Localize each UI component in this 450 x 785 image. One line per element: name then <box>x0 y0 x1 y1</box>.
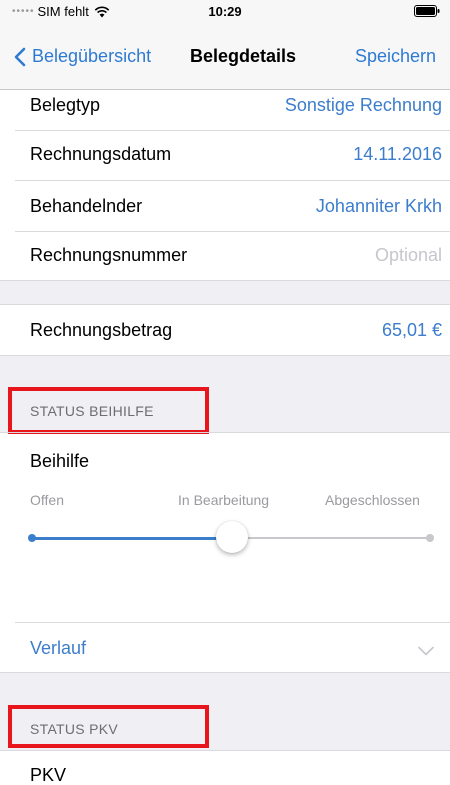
page-title: Belegdetails <box>190 46 297 66</box>
rechnungsnummer-input[interactable]: Optional <box>375 245 442 266</box>
pkv-label: PKV <box>30 765 67 785</box>
highlight-box <box>8 705 209 748</box>
slider-track-empty <box>232 537 430 539</box>
divider <box>0 750 450 751</box>
chevron-left-icon <box>14 47 26 66</box>
rechnungsnummer-label: Rechnungsnummer <box>30 245 188 265</box>
battery-icon <box>414 5 440 17</box>
back-button[interactable]: Belegübersicht <box>14 46 151 67</box>
row-rechnungsdatum[interactable]: Rechnungsdatum 14.11.2016 <box>0 129 450 181</box>
rechnungsbetrag-label: Rechnungsbetrag <box>30 320 173 340</box>
verlauf-label: Verlauf <box>30 638 87 658</box>
rechnungsdatum-value: 14.11.2016 <box>353 144 442 164</box>
behandelnder-value: Johanniter Krkh <box>315 196 442 216</box>
row-behandelnder[interactable]: Behandelnder Johanniter Krkh <box>0 181 450 233</box>
status-bar: ••••• SIM fehlt 10:29 <box>0 0 450 22</box>
section-gap <box>0 280 450 304</box>
beihilfe-label: Beihilfe <box>30 451 90 471</box>
row-rechnungsnummer[interactable]: Rechnungsnummer Optional <box>0 230 450 282</box>
belegtyp-label: Belegtyp <box>30 95 101 115</box>
slider-option-offen: Offen <box>30 492 64 508</box>
slider-option-in-bearbeitung: In Bearbeitung <box>178 492 270 508</box>
status-time: 10:29 <box>208 4 242 19</box>
chevron-down-icon <box>418 646 434 656</box>
slider-track-filled <box>33 537 230 540</box>
slider-option-abgeschlossen: Abgeschlossen <box>325 492 420 508</box>
row-rechnungsbetrag[interactable]: Rechnungsbetrag 65,01 € <box>0 305 450 357</box>
save-button[interactable]: Speichern <box>355 46 436 67</box>
slider-thumb[interactable] <box>216 521 248 553</box>
slider-start-dot <box>28 534 36 542</box>
belegtyp-value: Sonstige Rechnung <box>284 95 442 115</box>
behandelnder-label: Behandelnder <box>30 196 143 216</box>
slider-end-dot <box>426 534 434 542</box>
row-belegtyp[interactable]: Belegtyp Sonstige Rechnung <box>0 80 450 132</box>
divider <box>0 280 450 281</box>
divider <box>0 432 450 433</box>
back-button-label: Belegübersicht <box>32 46 152 66</box>
rechnungsbetrag-value: 65,01 € <box>381 320 442 340</box>
rechnungsdatum-label: Rechnungsdatum <box>30 144 172 164</box>
highlight-box <box>8 387 209 434</box>
